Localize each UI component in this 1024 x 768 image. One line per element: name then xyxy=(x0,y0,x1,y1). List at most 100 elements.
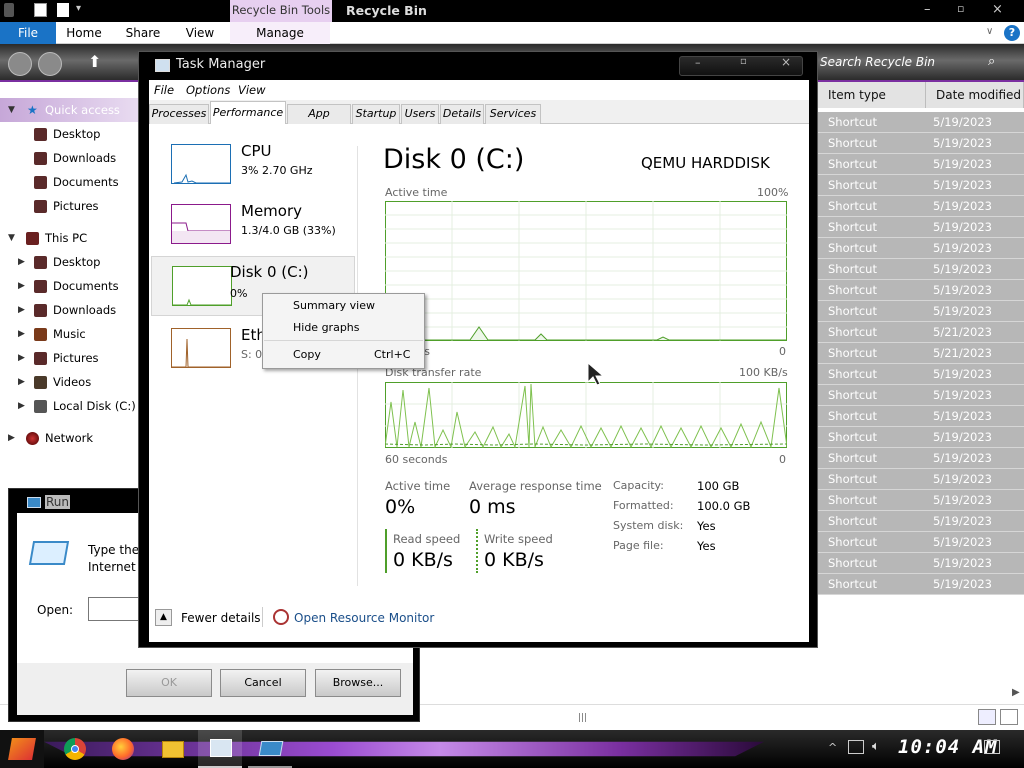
nav-quick-desktop[interactable]: Desktop xyxy=(0,122,140,146)
table-row[interactable]: Shortcut5/19/2023 2:41... xyxy=(818,406,1024,443)
back-button[interactable] xyxy=(8,52,32,76)
new-folder-icon[interactable] xyxy=(57,3,69,17)
browse-button[interactable]: Browse... xyxy=(315,669,401,697)
chevron-right-icon[interactable]: ▶ xyxy=(18,250,25,274)
tab-services[interactable]: Services xyxy=(485,104,541,124)
tab-users[interactable]: Users xyxy=(401,104,439,124)
scroll-right-icon[interactable]: ▶ xyxy=(1012,687,1020,698)
firefox-button[interactable] xyxy=(102,730,146,768)
open-resource-monitor-link[interactable]: Open Resource Monitor xyxy=(294,611,434,625)
tm-maximize-button[interactable]: ▫ xyxy=(740,56,747,67)
customize-qat-icon[interactable]: ▾ xyxy=(76,3,81,14)
tab-file[interactable]: File xyxy=(0,22,56,44)
maximize-button[interactable]: ▫ xyxy=(957,2,964,15)
nav-pc-downloads[interactable]: ▶ Downloads xyxy=(0,298,140,322)
close-button[interactable]: × xyxy=(992,2,1003,17)
nav-pc-documents[interactable]: ▶ Documents xyxy=(0,274,140,298)
tm-close-button[interactable]: × xyxy=(781,55,791,69)
network-tray-icon[interactable] xyxy=(848,740,864,754)
table-row[interactable]: Shortcut5/19/2023 3:21... xyxy=(818,133,1024,170)
details-view-icon[interactable] xyxy=(978,709,996,725)
show-hidden-icons[interactable]: ^ xyxy=(828,741,837,754)
menu-item-copy[interactable]: Copy xyxy=(293,348,321,361)
tab-share[interactable]: Share xyxy=(120,22,166,44)
tab-details[interactable]: Details xyxy=(440,104,484,124)
table-row[interactable]: Shortcut5/19/2023 1:56... xyxy=(818,448,1024,485)
nav-pc-local-disk[interactable]: ▶ Local Disk (C:) xyxy=(0,394,140,418)
table-row[interactable]: Shortcut5/19/2023 3:25... xyxy=(818,238,1024,275)
chevron-right-icon[interactable]: ▶ xyxy=(18,370,25,394)
table-row[interactable]: Shortcut5/19/2023 3:25... xyxy=(818,196,1024,233)
table-row[interactable]: Shortcut5/19/2023 2:41... xyxy=(818,427,1024,464)
menu-options[interactable]: Options xyxy=(186,83,230,97)
up-arrow-icon[interactable]: ⬆ xyxy=(88,52,101,71)
table-row[interactable]: Shortcut5/19/2023 3:08... xyxy=(818,175,1024,212)
start-button[interactable] xyxy=(0,730,44,768)
nav-pc-pictures[interactable]: ▶ Pictures xyxy=(0,346,140,370)
run-taskbar-button[interactable] xyxy=(248,730,292,768)
chevron-right-icon[interactable]: ▶ xyxy=(18,298,25,322)
ok-button[interactable]: OK xyxy=(126,669,212,697)
tab-manage[interactable]: Manage xyxy=(230,22,330,44)
column-item-type[interactable]: Item type xyxy=(818,82,926,108)
table-row[interactable]: Shortcut5/19/2023 3:16... xyxy=(818,385,1024,422)
nav-quick-access[interactable]: ▼ ★ Quick access xyxy=(0,98,140,122)
menu-item-summary-view[interactable]: Summary view xyxy=(293,299,375,312)
chrome-button[interactable] xyxy=(54,730,98,768)
menu-file[interactable]: File xyxy=(154,83,174,97)
table-row[interactable]: Shortcut5/19/2023 2:48... xyxy=(818,469,1024,506)
table-row[interactable]: Shortcut5/19/2023 3:21... xyxy=(818,532,1024,569)
collapse-arrow-icon[interactable]: ▲ xyxy=(155,609,172,626)
fewer-details-link[interactable]: Fewer details xyxy=(181,611,261,625)
tab-view[interactable]: View xyxy=(180,22,220,44)
nav-pc-desktop[interactable]: ▶ Desktop xyxy=(0,250,140,274)
minimize-button[interactable]: – xyxy=(924,2,931,17)
notifications-icon[interactable] xyxy=(984,740,1000,754)
resource-cpu[interactable]: CPU 3% 2.70 GHz xyxy=(161,136,357,192)
cancel-button[interactable]: Cancel xyxy=(220,669,306,697)
nav-quick-pictures[interactable]: Pictures xyxy=(0,194,140,218)
table-row[interactable]: Shortcut5/21/2023 6:29... xyxy=(818,322,1024,359)
table-row[interactable]: Shortcut5/19/2023 3:21... xyxy=(818,112,1024,149)
chevron-down-icon[interactable]: ▼ xyxy=(8,98,15,122)
ribbon-expand-icon[interactable]: ∨ xyxy=(986,26,993,37)
menu-item-hide-graphs[interactable]: Hide graphs xyxy=(293,321,360,334)
table-row[interactable]: Shortcut5/19/2023 3:01... xyxy=(818,511,1024,548)
chevron-down-icon[interactable]: ▼ xyxy=(8,226,15,250)
task-manager-taskbar-button[interactable] xyxy=(198,730,242,768)
table-row[interactable]: Shortcut5/19/2023 3:21... xyxy=(818,490,1024,527)
search-input[interactable]: Search Recycle Bin xyxy=(820,55,935,69)
help-icon[interactable]: ? xyxy=(1004,25,1020,41)
table-row[interactable]: Shortcut5/21/2023 6:10... xyxy=(818,343,1024,380)
nav-quick-downloads[interactable]: Downloads xyxy=(0,146,140,170)
nav-quick-documents[interactable]: Documents xyxy=(0,170,140,194)
table-row[interactable]: Shortcut5/19/2023 3:21... xyxy=(818,574,1024,611)
chevron-right-icon[interactable]: ▶ xyxy=(18,322,25,346)
tm-minimize-button[interactable]: – xyxy=(695,56,701,69)
nav-pc-videos[interactable]: ▶ Videos xyxy=(0,370,140,394)
chevron-right-icon[interactable]: ▶ xyxy=(18,394,25,418)
forward-button[interactable] xyxy=(38,52,62,76)
menu-view[interactable]: View xyxy=(238,83,266,97)
file-explorer-button[interactable] xyxy=(150,730,194,768)
table-row[interactable]: Shortcut5/19/2023 2:44... xyxy=(818,280,1024,317)
table-row[interactable]: Shortcut5/19/2023 3:25... xyxy=(818,217,1024,254)
table-row[interactable]: Shortcut5/19/2023 2:01... xyxy=(818,364,1024,401)
tab-startup[interactable]: Startup xyxy=(352,104,400,124)
chevron-right-icon[interactable]: ▶ xyxy=(18,274,25,298)
tab-performance[interactable]: Performance xyxy=(210,101,286,125)
chevron-right-icon[interactable]: ▶ xyxy=(18,346,25,370)
clock[interactable]: 10:04 AM xyxy=(898,736,998,758)
column-date-modified[interactable]: Date modified xyxy=(926,82,1024,108)
resource-memory[interactable]: Memory 1.3/4.0 GB (33%) xyxy=(161,196,357,252)
tab-processes[interactable]: Processes xyxy=(149,104,209,124)
tab-home[interactable]: Home xyxy=(62,22,106,44)
scrollbar-grip[interactable]: ||| xyxy=(578,713,587,723)
nav-this-pc[interactable]: ▼ This PC xyxy=(0,226,140,250)
table-row[interactable]: Shortcut5/19/2023 3:21... xyxy=(818,553,1024,590)
table-row[interactable]: Shortcut5/19/2023 3:21... xyxy=(818,301,1024,338)
table-row[interactable]: Shortcut5/19/2023 2:54... xyxy=(818,154,1024,191)
properties-icon[interactable] xyxy=(34,3,47,17)
volume-icon[interactable]: 🔈︎ xyxy=(872,739,880,754)
tab-app-history[interactable]: App history xyxy=(287,104,351,138)
